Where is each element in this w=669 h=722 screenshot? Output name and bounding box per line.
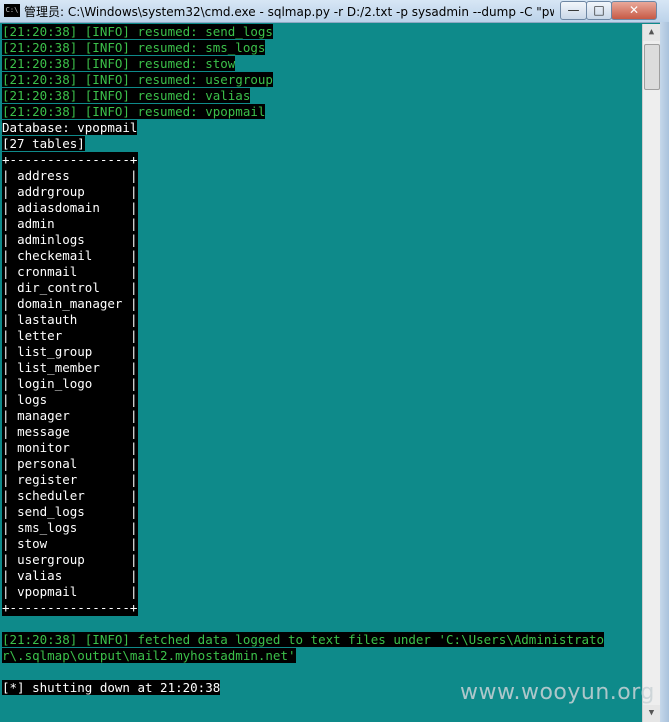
table-row: | letter | [2, 328, 138, 343]
table-row: | cronmail | [2, 264, 138, 279]
log-line-text: [21:20:38] [INFO] resumed: valias [2, 88, 251, 103]
log-line-text: [21:20:38] [INFO] resumed: send_logs [2, 24, 273, 39]
table-row: | login_logo | [2, 376, 138, 391]
table-name: admin [17, 216, 55, 231]
database-line: Database: vpopmail [2, 120, 138, 135]
table-row: | manager | [2, 408, 138, 423]
table-row: | personal | [2, 456, 138, 471]
table-row: | list_group | [2, 344, 138, 359]
table-row: | addrgroup | [2, 184, 138, 199]
table-row: | message | [2, 424, 138, 439]
table-name: usergroup [17, 552, 85, 567]
table-name: cronmail [17, 264, 78, 279]
table-row: | domain_manager | [2, 296, 138, 311]
table-row: | admin | [2, 216, 138, 231]
table-row: | checkemail | [2, 248, 138, 263]
table-row: | adiasdomain | [2, 200, 138, 215]
table-row: | send_logs | [2, 504, 138, 519]
log-line-text: [21:20:38] [INFO] resumed: vpopmail [2, 104, 266, 119]
log-line-text: [21:20:38] [INFO] resumed: sms_logs [2, 40, 266, 55]
table-name: monitor [17, 440, 70, 455]
table-row: | scheduler | [2, 488, 138, 503]
window-title: 管理员: C:\Windows\system32\cmd.exe - sqlma… [24, 5, 554, 19]
close-button[interactable]: ✕ [611, 1, 657, 20]
fetched-line-1: [21:20:38] [INFO] fetched data logged to… [2, 632, 605, 647]
table-name: dir_control [17, 280, 100, 295]
table-name: send_logs [17, 504, 85, 519]
shutdown-line: [*] shutting down at 21:20:38 [2, 680, 221, 695]
cmd-icon[interactable]: C:\ [4, 4, 20, 17]
table-row: | monitor | [2, 440, 138, 455]
console-output[interactable]: [21:20:38] [INFO] resumed: send_logs [21:… [2, 24, 642, 722]
table-name: stow [17, 536, 48, 551]
table-name: manager [17, 408, 70, 423]
table-name: address [17, 168, 70, 183]
table-row: | lastauth | [2, 312, 138, 327]
table-name: domain_manager [17, 296, 123, 311]
table-name: sms_logs [17, 520, 78, 535]
table-name: lastauth [17, 312, 78, 327]
table-border-bottom: +----------------+ [2, 600, 138, 615]
cmd-window: C:\ 管理员: C:\Windows\system32\cmd.exe - s… [0, 0, 669, 722]
vertical-scrollbar[interactable]: ▲ ▼ [642, 24, 660, 722]
table-name: personal [17, 456, 78, 471]
table-name: list_member [17, 360, 100, 375]
table-row: | list_member | [2, 360, 138, 375]
table-name: register [17, 472, 78, 487]
title-bar[interactable]: C:\ 管理员: C:\Windows\system32\cmd.exe - s… [0, 0, 669, 23]
table-name: valias [17, 568, 63, 583]
fetched-line-2: r\.sqlmap\output\mail2.myhostadmin.net' [2, 648, 296, 663]
log-line: [21:20:38] [INFO] resumed: stow [2, 56, 642, 72]
maximize-button[interactable]: □ [586, 1, 612, 20]
log-line: [21:20:38] [INFO] resumed: usergroup [2, 72, 642, 88]
resumed-log-lines: [21:20:38] [INFO] resumed: send_logs [21:… [2, 24, 642, 120]
log-line: [21:20:38] [INFO] resumed: vpopmail [2, 104, 642, 120]
window-frame [660, 22, 669, 722]
watermark: www.wooyun.org [460, 680, 655, 705]
table-row: | sms_logs | [2, 520, 138, 535]
scroll-up-arrow-icon[interactable]: ▲ [643, 24, 660, 41]
table-name: logs [17, 392, 48, 407]
log-line: [21:20:38] [INFO] resumed: valias [2, 88, 642, 104]
log-line: [21:20:38] [INFO] resumed: sms_logs [2, 40, 642, 56]
table-row: | vpopmail | [2, 584, 138, 599]
table-name: adiasdomain [17, 200, 100, 215]
table-row: | adminlogs | [2, 232, 138, 247]
table-name: checkemail [17, 248, 93, 263]
table-row: | stow | [2, 536, 138, 551]
table-name: letter [17, 328, 63, 343]
table-count: [27 tables] [2, 136, 85, 151]
table-list: +----------------+ | address | | addrgrou… [2, 152, 138, 616]
table-name: list_group [17, 344, 93, 359]
table-row: | dir_control | [2, 280, 138, 295]
minimize-button[interactable]: — [560, 1, 587, 20]
table-name: message [17, 424, 70, 439]
table-row: | address | [2, 168, 138, 183]
scroll-down-arrow-icon[interactable]: ▼ [643, 705, 660, 722]
scroll-thumb[interactable] [644, 44, 660, 90]
table-row: | register | [2, 472, 138, 487]
table-name: scheduler [17, 488, 85, 503]
table-name: login_logo [17, 376, 93, 391]
table-row: | valias | [2, 568, 138, 583]
log-line-text: [21:20:38] [INFO] resumed: stow [2, 56, 236, 71]
log-line: [21:20:38] [INFO] resumed: send_logs [2, 24, 642, 40]
table-row: | logs | [2, 392, 138, 407]
table-row: | usergroup | [2, 552, 138, 567]
table-name: adminlogs [17, 232, 85, 247]
table-name: vpopmail [17, 584, 78, 599]
log-line-text: [21:20:38] [INFO] resumed: usergroup [2, 72, 273, 87]
table-name: addrgroup [17, 184, 85, 199]
table-border-top: +----------------+ [2, 152, 138, 167]
